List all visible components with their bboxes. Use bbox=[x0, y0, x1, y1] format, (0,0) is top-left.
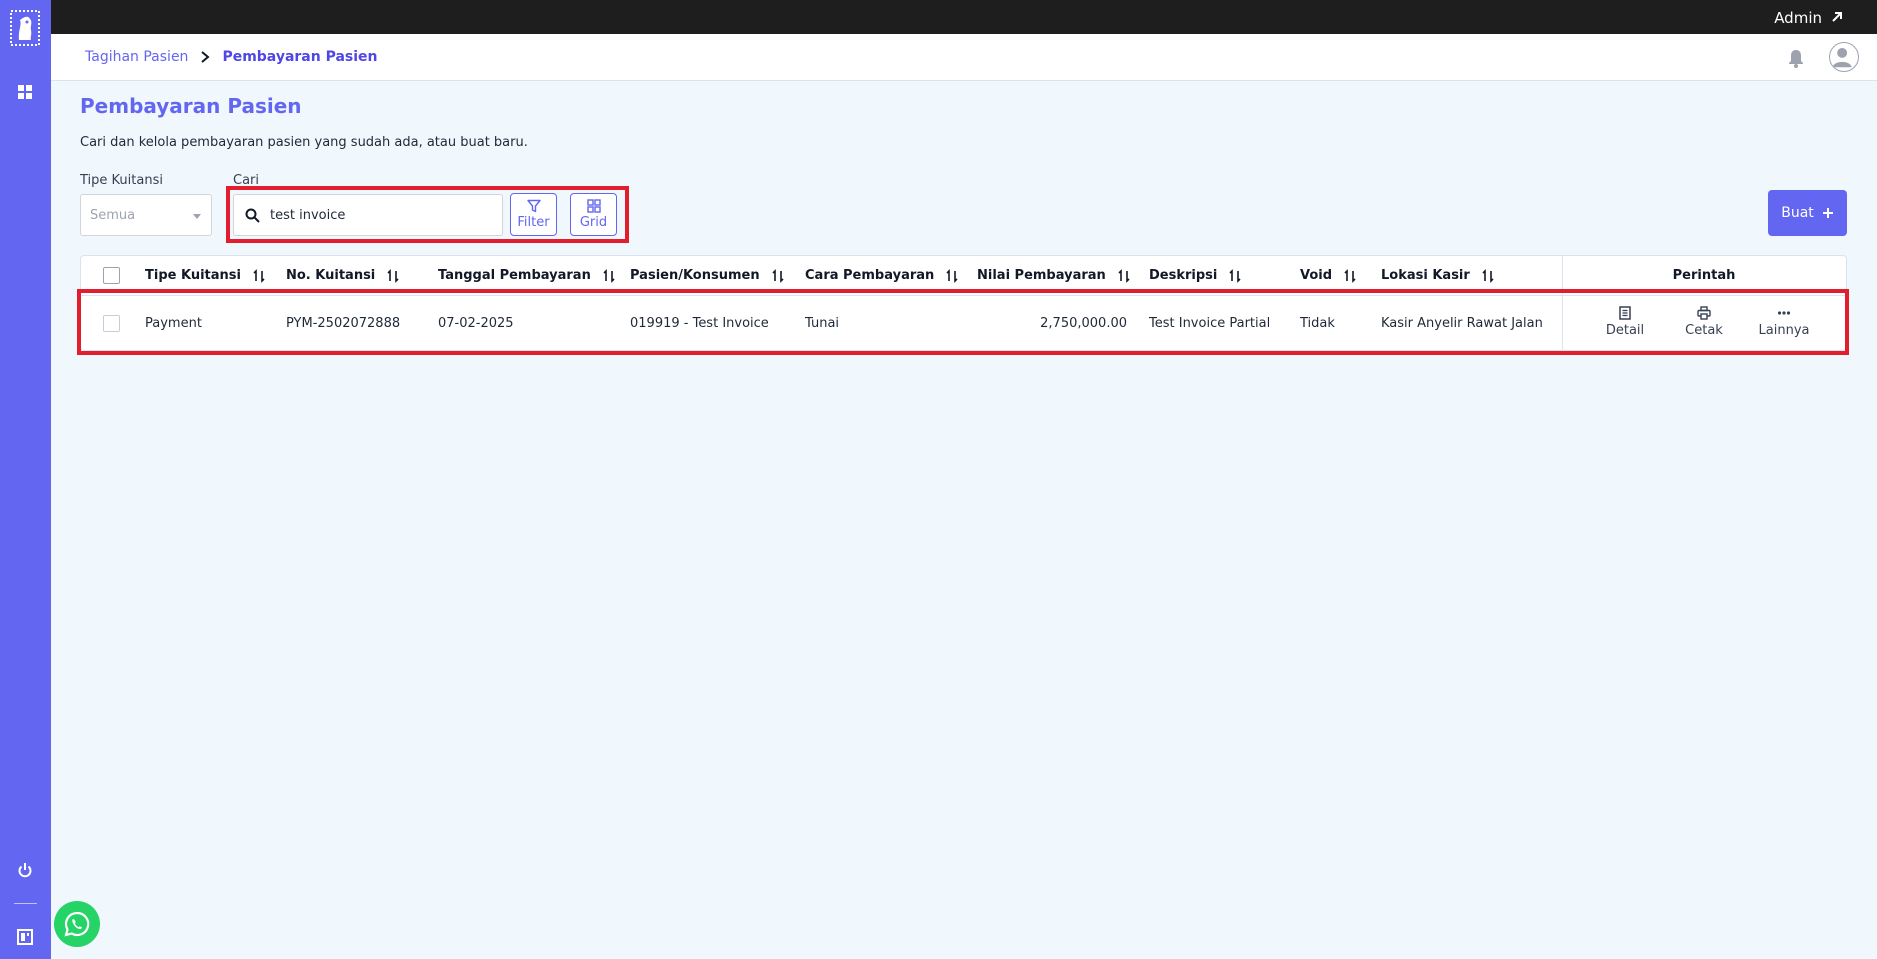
printer-icon bbox=[1697, 306, 1711, 320]
column-cara-pembayaran[interactable]: Cara Pembayaran bbox=[805, 256, 958, 295]
sidebar bbox=[0, 0, 51, 959]
cetak-button[interactable]: Cetak bbox=[1669, 296, 1739, 351]
cell-pasien-konsumen: 019919 - Test Invoice bbox=[630, 316, 769, 331]
cell-deskripsi: Test Invoice Partial bbox=[1149, 316, 1271, 331]
cell-tipe-kuitansi: Payment bbox=[145, 316, 202, 331]
table-header-row: Tipe Kuitansi No. Kuitansi Tanggal Pemba… bbox=[81, 256, 1846, 296]
breadcrumb-tagihan-pasien[interactable]: Tagihan Pasien bbox=[85, 49, 188, 65]
column-no-kuitansi[interactable]: No. Kuitansi bbox=[286, 256, 399, 295]
more-horizontal-icon bbox=[1777, 311, 1791, 315]
header: Tagihan Pasien Pembayaran Pasien bbox=[51, 34, 1877, 81]
admin-user-label[interactable]: Admin bbox=[1774, 0, 1822, 34]
cell-no-kuitansi: PYM-2502072888 bbox=[286, 316, 401, 331]
column-label: Perintah bbox=[1672, 268, 1736, 283]
sort-icon[interactable] bbox=[603, 268, 615, 283]
whatsapp-chat-button[interactable] bbox=[54, 901, 100, 947]
sort-icon[interactable] bbox=[1344, 268, 1356, 283]
select-all-checkbox[interactable] bbox=[103, 267, 120, 284]
column-perintah: Perintah bbox=[1562, 256, 1846, 295]
column-label: Cara Pembayaran bbox=[805, 268, 935, 283]
user-avatar-icon[interactable] bbox=[1829, 42, 1859, 72]
search-box bbox=[233, 194, 503, 236]
search-input[interactable] bbox=[270, 195, 495, 235]
column-label: Void bbox=[1300, 268, 1333, 283]
tipe-kuitansi-select[interactable]: Semua bbox=[80, 194, 212, 236]
page-subtitle: Cari dan kelola pembayaran pasien yang s… bbox=[80, 135, 528, 150]
cetak-label: Cetak bbox=[1685, 323, 1723, 338]
sort-icon[interactable] bbox=[253, 268, 265, 283]
power-icon[interactable] bbox=[17, 862, 33, 878]
caret-down-icon bbox=[193, 214, 201, 219]
column-label: Tipe Kuitansi bbox=[145, 268, 241, 283]
document-icon bbox=[1619, 306, 1631, 320]
search-icon bbox=[245, 208, 260, 223]
sort-icon[interactable] bbox=[387, 268, 399, 283]
row-checkbox[interactable] bbox=[103, 315, 120, 332]
buat-label: Buat bbox=[1781, 205, 1814, 221]
payments-table: Tipe Kuitansi No. Kuitansi Tanggal Pemba… bbox=[80, 255, 1847, 351]
cell-lokasi-kasir: Kasir Anyelir Rawat Jalan bbox=[1381, 316, 1543, 331]
column-label: Tanggal Pembayaran bbox=[438, 268, 591, 283]
detail-button[interactable]: Detail bbox=[1590, 296, 1660, 351]
layout-icon[interactable] bbox=[17, 929, 33, 945]
filter-label: Filter bbox=[517, 215, 550, 230]
column-label: No. Kuitansi bbox=[286, 268, 376, 283]
column-nilai-pembayaran[interactable]: Nilai Pembayaran bbox=[977, 256, 1130, 295]
filter-button[interactable]: Filter bbox=[510, 193, 557, 236]
sidebar-divider bbox=[14, 903, 37, 904]
column-tipe-kuitansi[interactable]: Tipe Kuitansi bbox=[145, 256, 265, 295]
lainnya-button[interactable]: Lainnya bbox=[1749, 296, 1819, 351]
plus-icon bbox=[1822, 208, 1833, 218]
dashboard-grid-icon[interactable] bbox=[17, 84, 33, 100]
lainnya-label: Lainnya bbox=[1758, 323, 1810, 338]
tipe-kuitansi-value: Semua bbox=[90, 208, 136, 223]
sort-icon[interactable] bbox=[1229, 268, 1241, 283]
breadcrumb: Tagihan Pasien Pembayaran Pasien bbox=[85, 34, 378, 80]
column-void[interactable]: Void bbox=[1300, 256, 1356, 295]
column-tanggal-pembayaran[interactable]: Tanggal Pembayaran bbox=[438, 256, 615, 295]
column-label: Lokasi Kasir bbox=[1381, 268, 1470, 283]
column-label: Deskripsi bbox=[1149, 268, 1218, 283]
bell-icon[interactable] bbox=[1787, 48, 1805, 68]
breadcrumb-pembayaran-pasien: Pembayaran Pasien bbox=[222, 49, 378, 65]
sort-icon[interactable] bbox=[1118, 268, 1130, 283]
cell-cara-pembayaran: Tunai bbox=[805, 316, 840, 331]
column-lokasi-kasir[interactable]: Lokasi Kasir bbox=[1381, 256, 1494, 295]
column-deskripsi[interactable]: Deskripsi bbox=[1149, 256, 1241, 295]
app-logo[interactable] bbox=[10, 10, 40, 46]
top-bar: Admin bbox=[0, 0, 1877, 34]
detail-label: Detail bbox=[1605, 323, 1645, 338]
sort-icon[interactable] bbox=[772, 268, 784, 283]
grid-label: Grid bbox=[579, 215, 608, 230]
whatsapp-icon bbox=[64, 911, 90, 937]
arrow-up-right-icon[interactable] bbox=[1829, 9, 1845, 25]
grid-button[interactable]: Grid bbox=[570, 193, 617, 236]
column-pasien-konsumen[interactable]: Pasien/Konsumen bbox=[630, 256, 784, 295]
cell-void: Tidak bbox=[1300, 316, 1335, 331]
column-label: Nilai Pembayaran bbox=[977, 268, 1106, 283]
table-row[interactable]: Payment PYM-2502072888 07-02-2025 019919… bbox=[81, 296, 1846, 351]
grid-icon bbox=[586, 199, 601, 213]
sort-icon[interactable] bbox=[1482, 268, 1494, 283]
filter-icon bbox=[526, 199, 541, 213]
column-label: Pasien/Konsumen bbox=[630, 268, 760, 283]
cari-label: Cari bbox=[233, 173, 259, 188]
sort-icon[interactable] bbox=[946, 268, 958, 283]
chevron-right-icon bbox=[201, 51, 210, 63]
page-title: Pembayaran Pasien bbox=[80, 94, 302, 118]
cell-nilai-pembayaran: 2,750,000.00 bbox=[1040, 316, 1127, 331]
tipe-kuitansi-label: Tipe Kuitansi bbox=[80, 173, 163, 188]
cell-tanggal-pembayaran: 07-02-2025 bbox=[438, 316, 514, 331]
buat-button[interactable]: Buat bbox=[1768, 190, 1847, 236]
